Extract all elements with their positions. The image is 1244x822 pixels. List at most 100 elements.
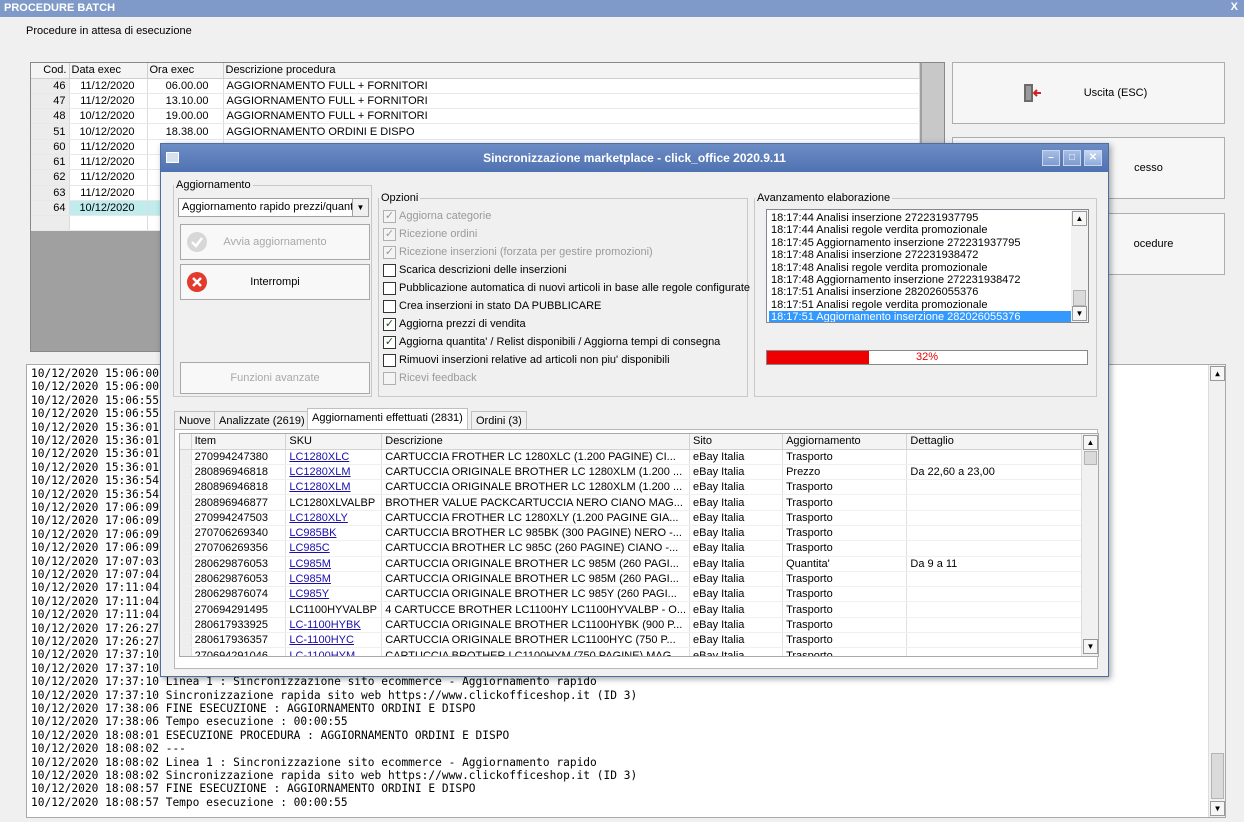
- scroll-thumb[interactable]: [1073, 290, 1086, 306]
- table-row[interactable]: 270706269340 LC985BK CARTUCCIA BROTHER LC …: [180, 525, 1098, 542]
- list-item[interactable]: 18:17:48 Analisi regole verdita promozio…: [769, 262, 1072, 274]
- tab-analizzate[interactable]: Analizzate (2619): [214, 411, 310, 430]
- log-line: 10/12/2020 18:08:02 ---: [31, 742, 186, 756]
- table-row[interactable]: 48 10/12/2020 19.00.00 AGGIORNAMENTO FULL +…: [31, 108, 920, 125]
- app-titlebar: PROCEDURE BATCH X: [0, 0, 1244, 17]
- scroll-up-arrow-icon[interactable]: ▲: [1083, 435, 1098, 450]
- checkbox-empty-icon[interactable]: [383, 300, 396, 313]
- progress-log-list[interactable]: 18:17:44 Analisi inserzione 272231937795…: [766, 209, 1089, 323]
- list-item[interactable]: 18:17:51 Analisi regole verdita promozio…: [769, 299, 1072, 311]
- exit-button[interactable]: Uscita (ESC): [952, 62, 1225, 124]
- minimize-icon[interactable]: –: [1042, 150, 1060, 166]
- start-update-button[interactable]: Avvia aggiornamento: [180, 224, 370, 260]
- update-mode-select[interactable]: Aggiornamento rapido prezzi/quantità ▼: [178, 198, 369, 217]
- table-row[interactable]: 270706269356 LC985C CARTUCCIA BROTHER LC 9…: [180, 540, 1098, 557]
- scroll-down-arrow-icon[interactable]: ▼: [1072, 306, 1087, 321]
- column-header[interactable]: Ora exec: [147, 63, 224, 79]
- table-cell: [906, 632, 1098, 649]
- stop-button[interactable]: Interrompi: [180, 264, 370, 300]
- table-cell: eBay Italia: [689, 556, 784, 572]
- list-item[interactable]: 18:17:44 Analisi regole verdita promozio…: [769, 224, 1072, 236]
- advanced-functions-button[interactable]: Funzioni avanzate: [180, 362, 370, 394]
- table-cell: [906, 540, 1098, 557]
- list-item[interactable]: 18:17:48 Aggiornamento inserzione 272231…: [769, 274, 1072, 286]
- column-header[interactable]: Cod.: [31, 63, 70, 79]
- checkmark-icon[interactable]: ✓: [383, 210, 396, 223]
- checkbox-empty-icon[interactable]: [383, 372, 396, 385]
- table-cell[interactable]: LC985Y: [285, 586, 383, 603]
- table-row[interactable]: 270694291046 LC-1100HYM CARTUCCIA BROTHER …: [180, 647, 1098, 656]
- column-header[interactable]: Aggiornamento: [782, 434, 908, 450]
- checkbox-empty-icon[interactable]: [383, 282, 396, 295]
- list-item[interactable]: 18:17:45 Aggiornamento inserzione 272231…: [769, 237, 1072, 249]
- checkmark-icon[interactable]: ✓: [383, 228, 396, 241]
- close-icon[interactable]: X: [1231, 1, 1238, 13]
- table-row[interactable]: 280617933925 LC-1100HYBK CARTUCCIA ORIGINA…: [180, 617, 1098, 634]
- start-update-label: Avvia aggiornamento: [223, 236, 327, 248]
- table-row[interactable]: 280629876053 LC985M CARTUCCIA ORIGINALE BR…: [180, 556, 1098, 572]
- column-header[interactable]: Data exec: [69, 63, 148, 79]
- checkbox-empty-icon[interactable]: [383, 264, 396, 277]
- table-cell[interactable]: LC1280XLC: [285, 449, 383, 465]
- scroll-thumb[interactable]: [1211, 753, 1224, 799]
- table-cell: 10/12/2020: [69, 108, 148, 125]
- table-row[interactable]: 270994247380 LC1280XLC CARTUCCIA FROTHER L…: [180, 449, 1098, 465]
- tab-ordini[interactable]: Ordini (3): [471, 411, 527, 430]
- table-cell[interactable]: LC985C: [285, 540, 383, 557]
- table-cell: CARTUCCIA ORIGINALE BROTHER LC1100HYC (7…: [381, 632, 691, 649]
- progress-list-scrollbar[interactable]: ▲ ▼: [1071, 210, 1088, 322]
- table-cell[interactable]: LC-1100HYC: [285, 632, 383, 649]
- table-row[interactable]: 280617936357 LC-1100HYC CARTUCCIA ORIGINAL…: [180, 632, 1098, 649]
- column-header[interactable]: SKU: [285, 434, 383, 450]
- scroll-thumb[interactable]: [1084, 451, 1097, 465]
- table-cell[interactable]: LC1280XLM: [285, 479, 383, 496]
- table-row[interactable]: 270994247503 LC1280XLY CARTUCCIA FROTHER L…: [180, 510, 1098, 526]
- table-cell: CARTUCCIA BROTHER LC1100HYM (750 PAGINE)…: [381, 647, 691, 656]
- column-header[interactable]: Dettaglio: [906, 434, 1098, 450]
- table-cell[interactable]: LC-1100HYM: [285, 647, 383, 656]
- updates-grid-scrollbar[interactable]: ▲ ▼: [1081, 434, 1098, 656]
- chevron-down-icon[interactable]: ▼: [352, 199, 368, 216]
- table-cell[interactable]: LC985BK: [285, 525, 383, 542]
- table-cell: AGGIORNAMENTO FULL + FORNITORI: [223, 93, 920, 110]
- table-row[interactable]: 51 10/12/2020 18.38.00 AGGIORNAMENTO ORDINI…: [31, 123, 920, 140]
- list-item[interactable]: 18:17:48 Analisi inserzione 272231938472: [769, 249, 1072, 261]
- column-header[interactable]: Descrizione: [381, 434, 691, 450]
- tab-nuove[interactable]: Nuove: [174, 411, 216, 430]
- list-item[interactable]: 18:17:44 Analisi inserzione 272231937795: [769, 212, 1072, 224]
- table-cell[interactable]: LC1280XLY: [285, 510, 383, 526]
- close-icon[interactable]: ✕: [1084, 150, 1102, 166]
- column-header[interactable]: Descrizione procedura: [223, 63, 920, 79]
- table-cell: 270994247380: [191, 449, 287, 465]
- checkmark-icon[interactable]: ✓: [383, 318, 396, 331]
- maximize-icon[interactable]: □: [1063, 150, 1081, 166]
- checkmark-icon[interactable]: ✓: [383, 336, 396, 349]
- table-row[interactable]: 280896946818 LC1280XLM CARTUCCIA ORIGINALE…: [180, 464, 1098, 481]
- tab-aggiornamenti[interactable]: Aggiornamenti effettuati (2831): [307, 408, 468, 430]
- scroll-down-arrow-icon[interactable]: ▼: [1083, 639, 1098, 654]
- checkbox-empty-icon[interactable]: [383, 354, 396, 367]
- scroll-up-arrow-icon[interactable]: ▲: [1072, 211, 1087, 226]
- scroll-down-arrow-icon[interactable]: ▼: [1210, 801, 1225, 816]
- updates-grid[interactable]: Item SKU Descrizione Sito Aggiornamento …: [179, 433, 1099, 657]
- progress-bar: 32%: [766, 350, 1088, 365]
- table-row[interactable]: 280896946877 LC1280XLVALBP BROTHER VALUE P…: [180, 494, 1098, 511]
- table-row[interactable]: 280629876074 LC985Y CARTUCCIA ORIGINALE BR…: [180, 586, 1098, 603]
- table-cell[interactable]: LC-1100HYBK: [285, 617, 383, 634]
- table-row[interactable]: 280896946818 LC1280XLM CARTUCCIA ORIGINALE…: [180, 479, 1098, 496]
- checkmark-icon[interactable]: ✓: [383, 246, 396, 259]
- column-header[interactable]: Sito: [689, 434, 784, 450]
- table-row[interactable]: 47 11/12/2020 13.10.00 AGGIORNAMENTO FULL +…: [31, 93, 920, 110]
- table-cell: eBay Italia: [689, 586, 784, 603]
- column-header[interactable]: Item: [191, 434, 287, 450]
- table-cell[interactable]: LC1280XLM: [285, 464, 383, 481]
- table-row[interactable]: 46 11/12/2020 06.00.00 AGGIORNAMENTO FULL +…: [31, 78, 920, 94]
- list-item[interactable]: 18:17:51 Aggiornamento inserzione 282026…: [769, 311, 1072, 322]
- table-cell[interactable]: LC985M: [285, 556, 383, 572]
- log-scrollbar[interactable]: ▲ ▼: [1208, 365, 1225, 817]
- list-item[interactable]: 18:17:51 Analisi inserzione 282026055376: [769, 286, 1072, 298]
- table-row[interactable]: 280629876053 LC985M CARTUCCIA ORIGINALE BR…: [180, 571, 1098, 588]
- scroll-up-arrow-icon[interactable]: ▲: [1210, 366, 1225, 381]
- table-row[interactable]: 270694291495 LC1100HYVALBP 4 CARTUCCE BROT…: [180, 601, 1098, 618]
- table-cell[interactable]: LC985M: [285, 571, 383, 588]
